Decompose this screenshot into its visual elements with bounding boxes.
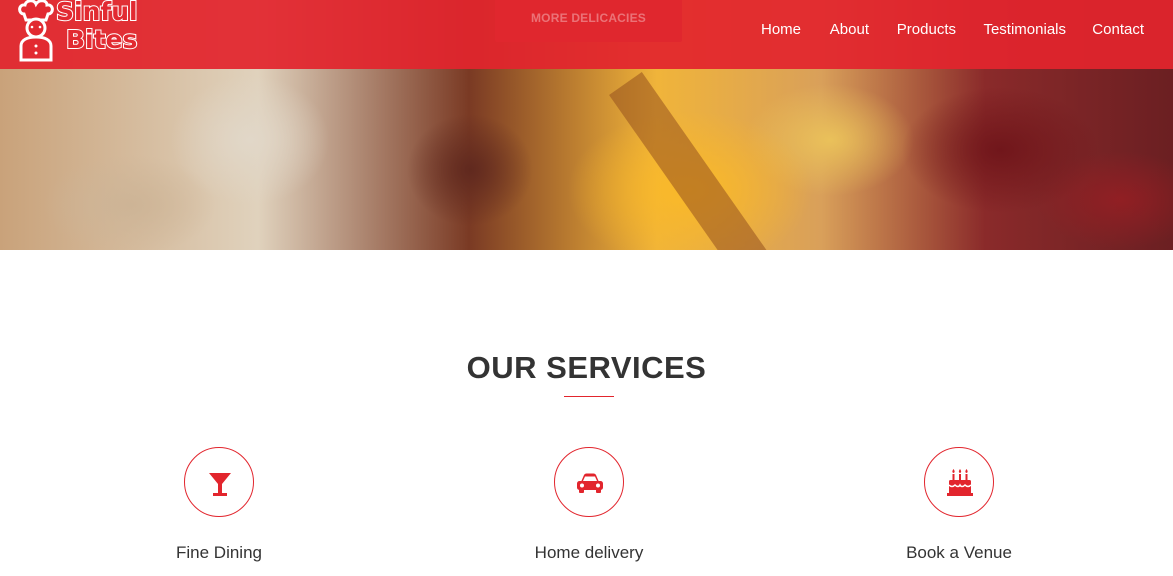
service-home-delivery[interactable]: Home delivery [489,447,689,567]
brand-logo[interactable]: Sinful Bites [16,0,141,64]
service-book-venue[interactable]: Book a Venue [859,447,1059,567]
service-icon-circle [924,447,994,517]
cocktail-icon [209,473,231,496]
brand-line-1: Sinful [55,0,139,27]
brand-wordmark: Sinful Bites [55,0,146,55]
title-divider [564,396,614,397]
nav-item-testimonials[interactable]: Testimonials [983,21,1066,38]
top-navbar: Sinful Bites MORE DELICACIES Home About … [0,0,1173,69]
nav-item-products[interactable]: Products [897,21,956,38]
chef-icon [18,0,54,62]
birthday-cake-icon [947,469,973,496]
nav-item-about[interactable]: About [830,21,869,38]
service-label: Fine Dining [176,543,262,562]
hero-image-detail [609,72,791,250]
nav-item-contact[interactable]: Contact [1092,21,1144,38]
service-label: Book a Venue [906,543,1012,562]
service-icon-circle [554,447,624,517]
service-fine-dining[interactable]: Fine Dining [119,447,319,567]
service-icon-circle [184,447,254,517]
nav-item-home[interactable]: Home [761,21,801,38]
service-label: Home delivery [534,543,644,562]
brand-line-2: Bites [65,25,138,55]
car-icon [577,473,603,493]
services-title: OUR SERVICES [466,350,707,385]
more-delicacies-button[interactable]: MORE DELICACIES [495,0,682,42]
